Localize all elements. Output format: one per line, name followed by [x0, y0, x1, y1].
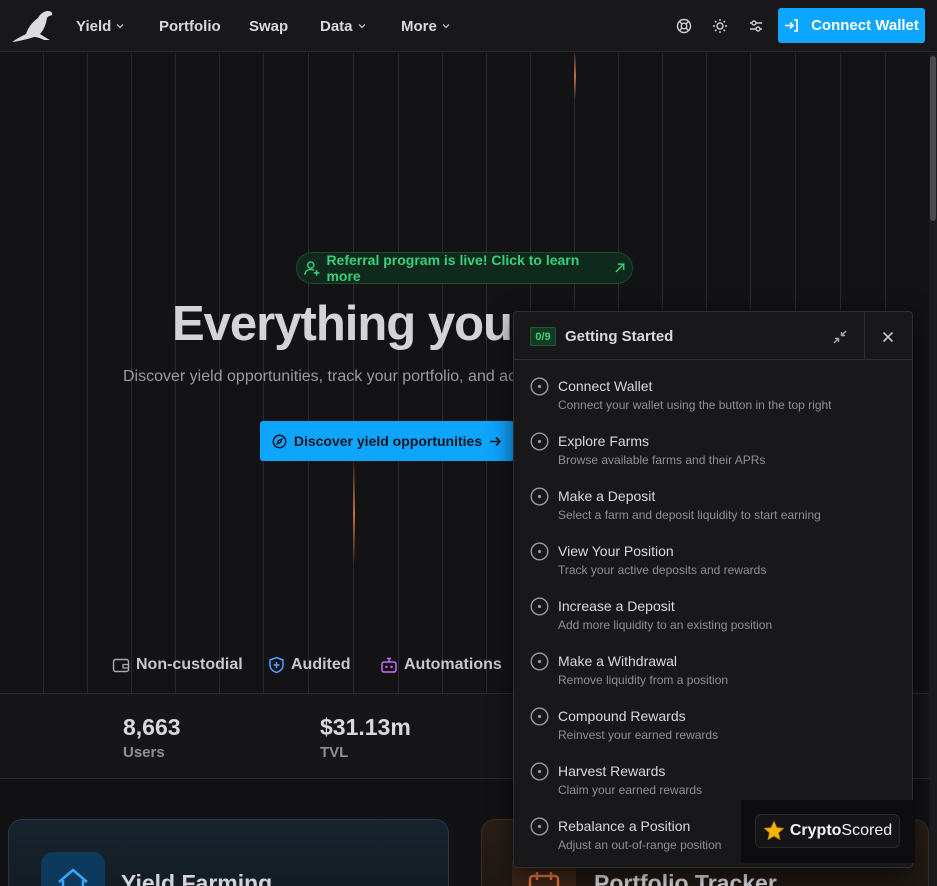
referral-text: Referral program is live! Click to learn… [326, 252, 580, 284]
cryptoscored-name-light: Scored [841, 822, 893, 839]
task-make-deposit[interactable]: Make a Deposit Select a farm and deposit… [514, 483, 912, 533]
stat-tvl-value: $31.13m [320, 714, 411, 740]
circle-dot-icon [530, 597, 549, 616]
sun-icon[interactable] [709, 15, 731, 37]
top-navbar: Yield Portfolio Swap Data More Connect W… [0, 0, 937, 52]
nav-item-label: Data [320, 17, 353, 35]
stat-tvl-label: TVL [320, 744, 349, 761]
feature-non-custodial: Non-custodial [112, 654, 243, 676]
stat-users-label: Users [123, 744, 165, 761]
robot-icon [381, 657, 397, 673]
task-desc: Track your active deposits and rewards [558, 563, 767, 577]
user-plus-icon [304, 261, 320, 276]
task-title: Compound Rewards [558, 708, 686, 724]
task-desc: Browse available farms and their APRs [558, 453, 766, 467]
scrollbar-thumb[interactable] [930, 56, 936, 221]
panel-header-divider [864, 312, 865, 360]
getting-started-panel: 0/9 Getting Started Connect Wallet Conne… [513, 311, 913, 868]
help-buoy-icon[interactable] [673, 15, 695, 37]
connect-wallet-label: Connect Wallet [811, 17, 919, 34]
task-desc: Connect your wallet using the button in … [558, 398, 832, 412]
task-title: Explore Farms [558, 433, 650, 449]
task-increase-deposit[interactable]: Increase a Deposit Add more liquidity to… [514, 593, 912, 643]
compass-icon [272, 434, 287, 448]
task-desc: Add more liquidity to an existing positi… [558, 618, 773, 632]
discover-yield-button[interactable]: Discover yield opportunities [260, 421, 514, 461]
task-view-position[interactable]: View Your Position Track your active dep… [514, 538, 912, 588]
cryptoscored-name-bold: Crypto [789, 822, 842, 839]
task-desc: Reinvest your earned rewards [558, 728, 719, 742]
circle-dot-icon [530, 432, 549, 451]
grid-line-glow [353, 463, 355, 563]
task-title: Connect Wallet [558, 378, 653, 394]
wallet-icon [112, 658, 130, 673]
shield-icon [269, 656, 284, 674]
bird-logo-icon[interactable] [10, 8, 54, 44]
nav-item-label: More [401, 17, 437, 35]
chevron-down-icon [442, 24, 450, 29]
login-arrow-icon [785, 19, 798, 32]
grid-line [43, 53, 44, 693]
grid-line-glow [574, 53, 576, 99]
stat-users-value: 8,663 [123, 714, 181, 740]
card-title: Yield Farming [121, 870, 273, 886]
nav-item-swap[interactable]: Swap [249, 0, 288, 52]
arrow-right-icon [490, 436, 502, 446]
nav-item-yield[interactable]: Yield [76, 0, 124, 52]
settings-sliders-icon[interactable] [745, 15, 767, 37]
arrow-up-right-icon [615, 263, 625, 273]
circle-dot-icon [530, 542, 549, 561]
task-desc: Remove liquidity from a position [558, 673, 729, 687]
task-desc: Adjust an out-of-range position [558, 838, 722, 852]
circle-dot-icon [530, 817, 549, 836]
task-explore-farms[interactable]: Explore Farms Browse available farms and… [514, 428, 912, 478]
task-desc: Claim your earned rewards [558, 783, 703, 797]
circle-dot-icon [530, 707, 549, 726]
panel-title: Getting Started [565, 328, 674, 345]
close-icon[interactable] [878, 327, 898, 347]
task-title: View Your Position [558, 543, 674, 559]
circle-dot-icon [530, 487, 549, 506]
feature-audited: Audited [268, 654, 351, 676]
chevron-down-icon [116, 24, 124, 29]
feature-automations: Automations [380, 654, 502, 676]
connect-wallet-button[interactable]: Connect Wallet [778, 8, 925, 43]
minimize-icon[interactable] [830, 327, 850, 347]
circle-dot-icon [530, 377, 549, 396]
yield-farming-card[interactable]: Yield Farming [8, 819, 449, 886]
nav-item-more[interactable]: More [401, 0, 450, 52]
task-title: Harvest Rewards [558, 763, 666, 779]
nav-item-portfolio[interactable]: Portfolio [159, 0, 221, 52]
task-title: Make a Deposit [558, 488, 656, 504]
task-title: Rebalance a Position [558, 818, 691, 834]
nav-item-label: Swap [249, 17, 289, 35]
task-desc: Select a farm and deposit liquidity to s… [558, 508, 821, 522]
circle-dot-icon [530, 652, 549, 671]
nav-item-label: Portfolio [159, 17, 221, 35]
discover-yield-label: Discover yield opportunities [293, 433, 483, 449]
card-title: Portfolio Tracker [594, 870, 777, 886]
hero-subline: Discover yield opportunities, track your… [123, 368, 517, 385]
farm-icon [41, 852, 105, 886]
cryptoscored-label: CryptoScored [790, 822, 892, 840]
star-icon [763, 820, 785, 841]
panel-header: 0/9 Getting Started [514, 312, 912, 360]
chevron-down-icon [358, 24, 365, 29]
task-compound-rewards[interactable]: Compound Rewards Reinvest your earned re… [514, 703, 912, 753]
task-title: Make a Withdrawal [558, 653, 678, 669]
progress-badge: 0/9 [530, 327, 556, 346]
nav-item-label: Yield [76, 17, 112, 35]
feature-label: Non-custodial [136, 656, 243, 673]
task-make-withdrawal[interactable]: Make a Withdrawal Remove liquidity from … [514, 648, 912, 698]
cryptoscored-badge[interactable]: CryptoScored [755, 814, 900, 848]
grid-line [87, 53, 88, 693]
feature-label: Audited [291, 656, 351, 673]
referral-banner[interactable]: Referral program is live! Click to learn… [296, 252, 633, 284]
task-title: Increase a Deposit [558, 598, 675, 614]
cryptoscored-widget: CryptoScored [741, 800, 915, 863]
task-connect-wallet[interactable]: Connect Wallet Connect your wallet using… [514, 373, 912, 423]
nav-item-data[interactable]: Data [320, 0, 366, 52]
feature-label: Automations [404, 656, 502, 673]
circle-dot-icon [530, 762, 549, 781]
